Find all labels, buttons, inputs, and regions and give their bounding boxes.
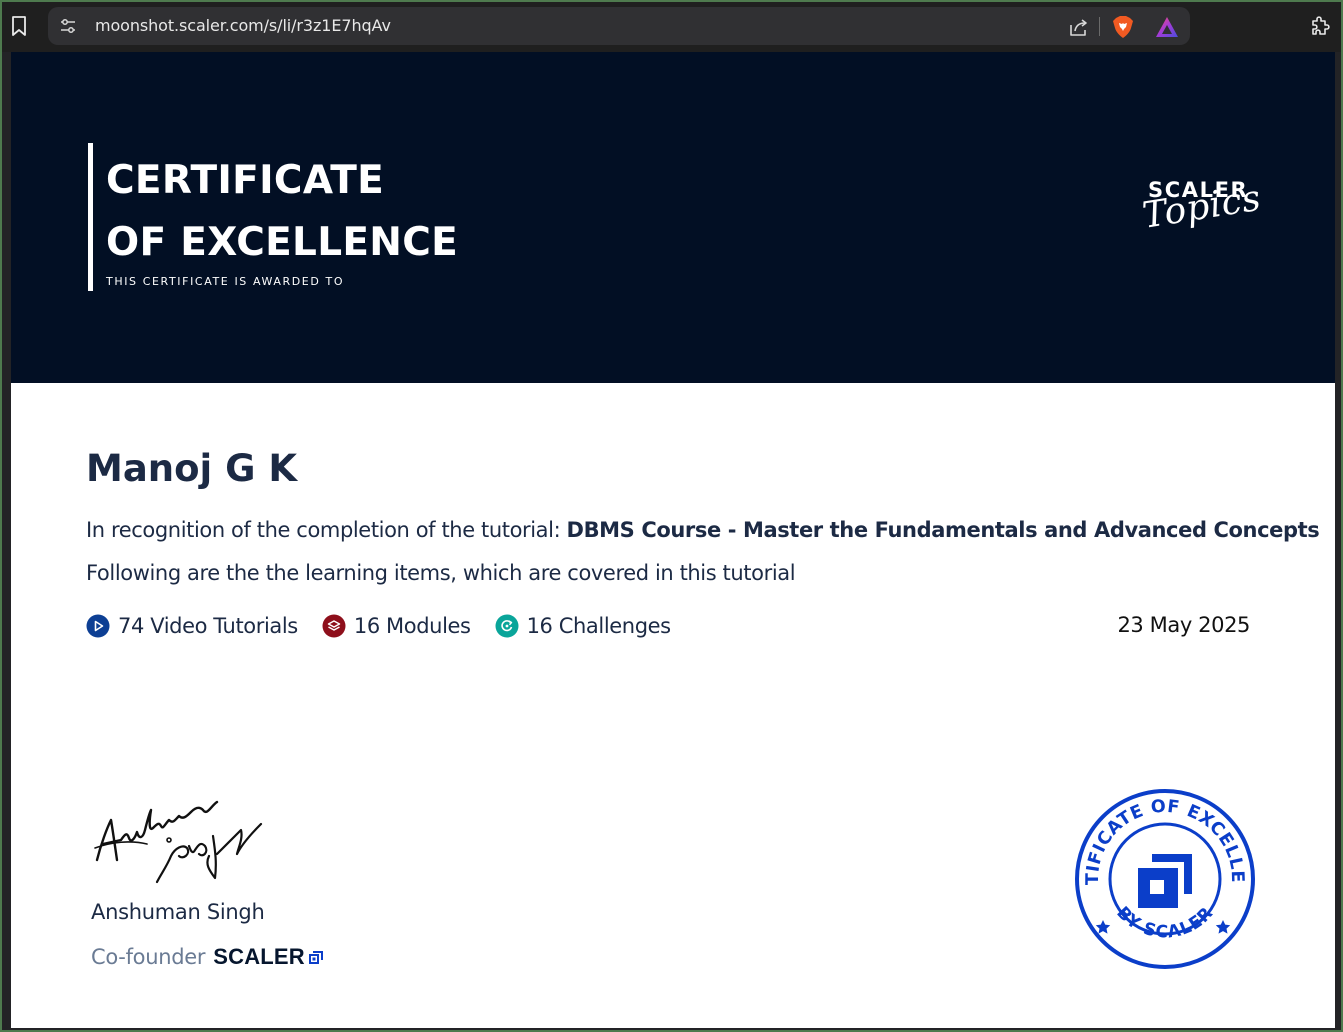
- stat-modules: 16 Modules: [322, 614, 471, 638]
- signer-role: Co-founder: [91, 945, 206, 969]
- title-accent-bar: [88, 143, 93, 291]
- site-settings-icon[interactable]: [58, 16, 78, 36]
- recognition-text: In recognition of the completion of the …: [86, 518, 1320, 542]
- scaler-wordmark: SCALER: [213, 944, 305, 969]
- scaler-topics-logo: SCALER Topics: [1140, 176, 1264, 260]
- recipient-name: Manoj G K: [86, 447, 298, 490]
- brave-rewards-icon[interactable]: [1155, 16, 1179, 38]
- play-icon: [86, 614, 110, 638]
- signature-image: [94, 800, 263, 884]
- address-bar[interactable]: moonshot.scaler.com/s/li/r3z1E7hqAv: [48, 7, 1190, 45]
- course-name: DBMS Course - Master the Fundamentals an…: [566, 518, 1320, 542]
- certificate-title: CERTIFICATE OF EXCELLENCE: [106, 150, 458, 274]
- issue-date: 23 May 2025: [1117, 613, 1250, 637]
- module-stack-icon: [322, 614, 346, 638]
- stat-label: 16 Challenges: [526, 614, 672, 638]
- toolbar-divider: [1099, 17, 1100, 36]
- share-icon[interactable]: [1068, 16, 1090, 38]
- recognition-prefix: In recognition of the completion of the …: [86, 518, 567, 542]
- scaler-logo-icon: [308, 951, 323, 964]
- bookmark-icon[interactable]: [8, 14, 30, 38]
- title-line-1: CERTIFICATE: [106, 158, 385, 203]
- stat-video-tutorials: 74 Video Tutorials: [86, 614, 298, 638]
- learning-items-text: Following are the the learning items, wh…: [86, 561, 796, 585]
- extensions-icon[interactable]: [1309, 13, 1333, 37]
- stat-challenges: 16 Challenges: [495, 614, 671, 638]
- signer-title: Co-founder SCALER: [91, 944, 323, 970]
- challenge-icon: [495, 614, 519, 638]
- brave-shields-icon[interactable]: [1112, 15, 1134, 39]
- certificate-header: CERTIFICATE OF EXCELLENCE THIS CERTIFICA…: [11, 52, 1335, 383]
- certificate-subtitle: THIS CERTIFICATE IS AWARDED TO: [106, 275, 345, 288]
- title-line-2: OF EXCELLENCE: [106, 220, 459, 265]
- stat-label: 16 Modules: [353, 614, 471, 638]
- certificate-seal: CERTIFICATE OF EXCELLENCE BY SCALER: [1074, 788, 1255, 969]
- signer-name: Anshuman Singh: [91, 900, 265, 924]
- certificate-page: CERTIFICATE OF EXCELLENCE THIS CERTIFICA…: [11, 52, 1335, 1028]
- learning-stats: 74 Video Tutorials 16 Modules 16 Challen…: [86, 613, 695, 639]
- browser-toolbar: moonshot.scaler.com/s/li/r3z1E7hqAv: [0, 0, 1343, 52]
- stat-label: 74 Video Tutorials: [118, 614, 298, 638]
- url-text[interactable]: moonshot.scaler.com/s/li/r3z1E7hqAv: [95, 16, 391, 35]
